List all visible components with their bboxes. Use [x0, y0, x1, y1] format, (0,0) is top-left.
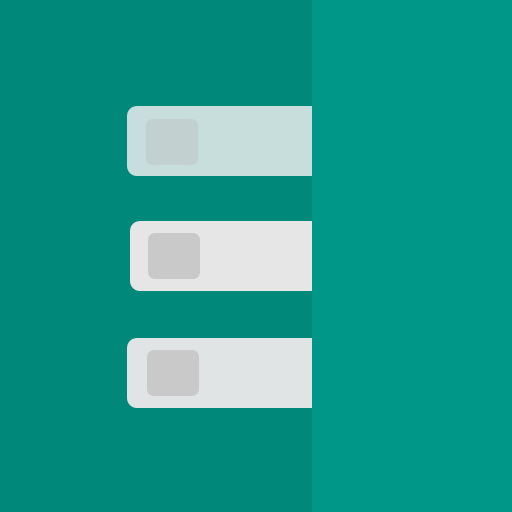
row-1-square-icon — [146, 119, 198, 165]
list-icon — [0, 0, 512, 512]
row-2-square-icon — [148, 233, 200, 279]
list-row-3 — [127, 338, 312, 408]
right-panel — [312, 0, 512, 512]
row-3-square-icon — [147, 350, 199, 396]
list-row-2 — [130, 221, 312, 291]
list-row-1 — [127, 106, 312, 176]
